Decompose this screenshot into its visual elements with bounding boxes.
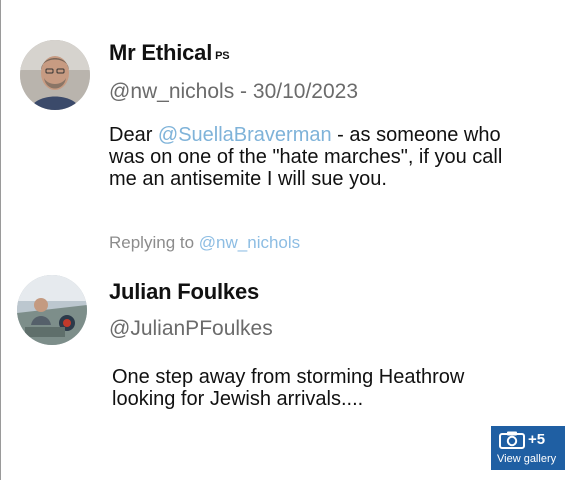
tweet-text-line: Dear @SuellaBraverman - as someone who xyxy=(109,124,559,146)
reply-text-line: One step away from storming Heathrow xyxy=(112,366,465,388)
replying-to: Replying to @nw_nichols xyxy=(109,233,300,253)
replying-label: Replying to xyxy=(109,233,195,252)
reply-author-handle[interactable]: @JulianPFoulkes xyxy=(109,317,273,341)
tweet-screenshot: Mr Ethical PS @nw_nichols - 30/10/2023 De… xyxy=(0,0,574,480)
reply-text-line: looking for Jewish arrivals.... xyxy=(112,388,364,410)
gallery-count: +5 xyxy=(528,431,546,448)
tweet-date: 30/10/2023 xyxy=(252,80,358,103)
avatar xyxy=(20,40,90,110)
border-line xyxy=(0,0,1,480)
handle-date-line: @nw_nichols - 30/10/2023 xyxy=(109,80,358,104)
gallery-label: View gallery xyxy=(497,453,557,465)
author-handle[interactable]: @nw_nichols xyxy=(109,80,234,103)
text-rest: - as someone who xyxy=(331,124,501,146)
reply-author-name[interactable]: Julian Foulkes xyxy=(109,279,259,305)
text-prefix: Dear xyxy=(109,124,158,146)
mention-link[interactable]: @SuellaBraverman xyxy=(158,124,332,146)
author-badge: PS xyxy=(215,50,230,62)
replying-mention-link[interactable]: @nw_nichols xyxy=(199,233,300,252)
camera-icon xyxy=(499,431,525,454)
reply-avatar xyxy=(17,275,87,345)
separator: - xyxy=(234,80,253,103)
tweet-text: Dear @SuellaBraverman - as someone who w… xyxy=(109,124,559,190)
view-gallery-button[interactable]: +5 View gallery xyxy=(491,426,565,470)
reply-text: One step away from storming Heathrow loo… xyxy=(112,366,562,410)
author-name-text: Mr Ethical xyxy=(109,40,213,65)
tweet-text-line: was on one of the "hate marches", if you… xyxy=(109,146,503,168)
tweet-text-line: me an antisemite I will sue you. xyxy=(109,168,387,190)
author-name[interactable]: Mr Ethical PS xyxy=(109,40,230,66)
